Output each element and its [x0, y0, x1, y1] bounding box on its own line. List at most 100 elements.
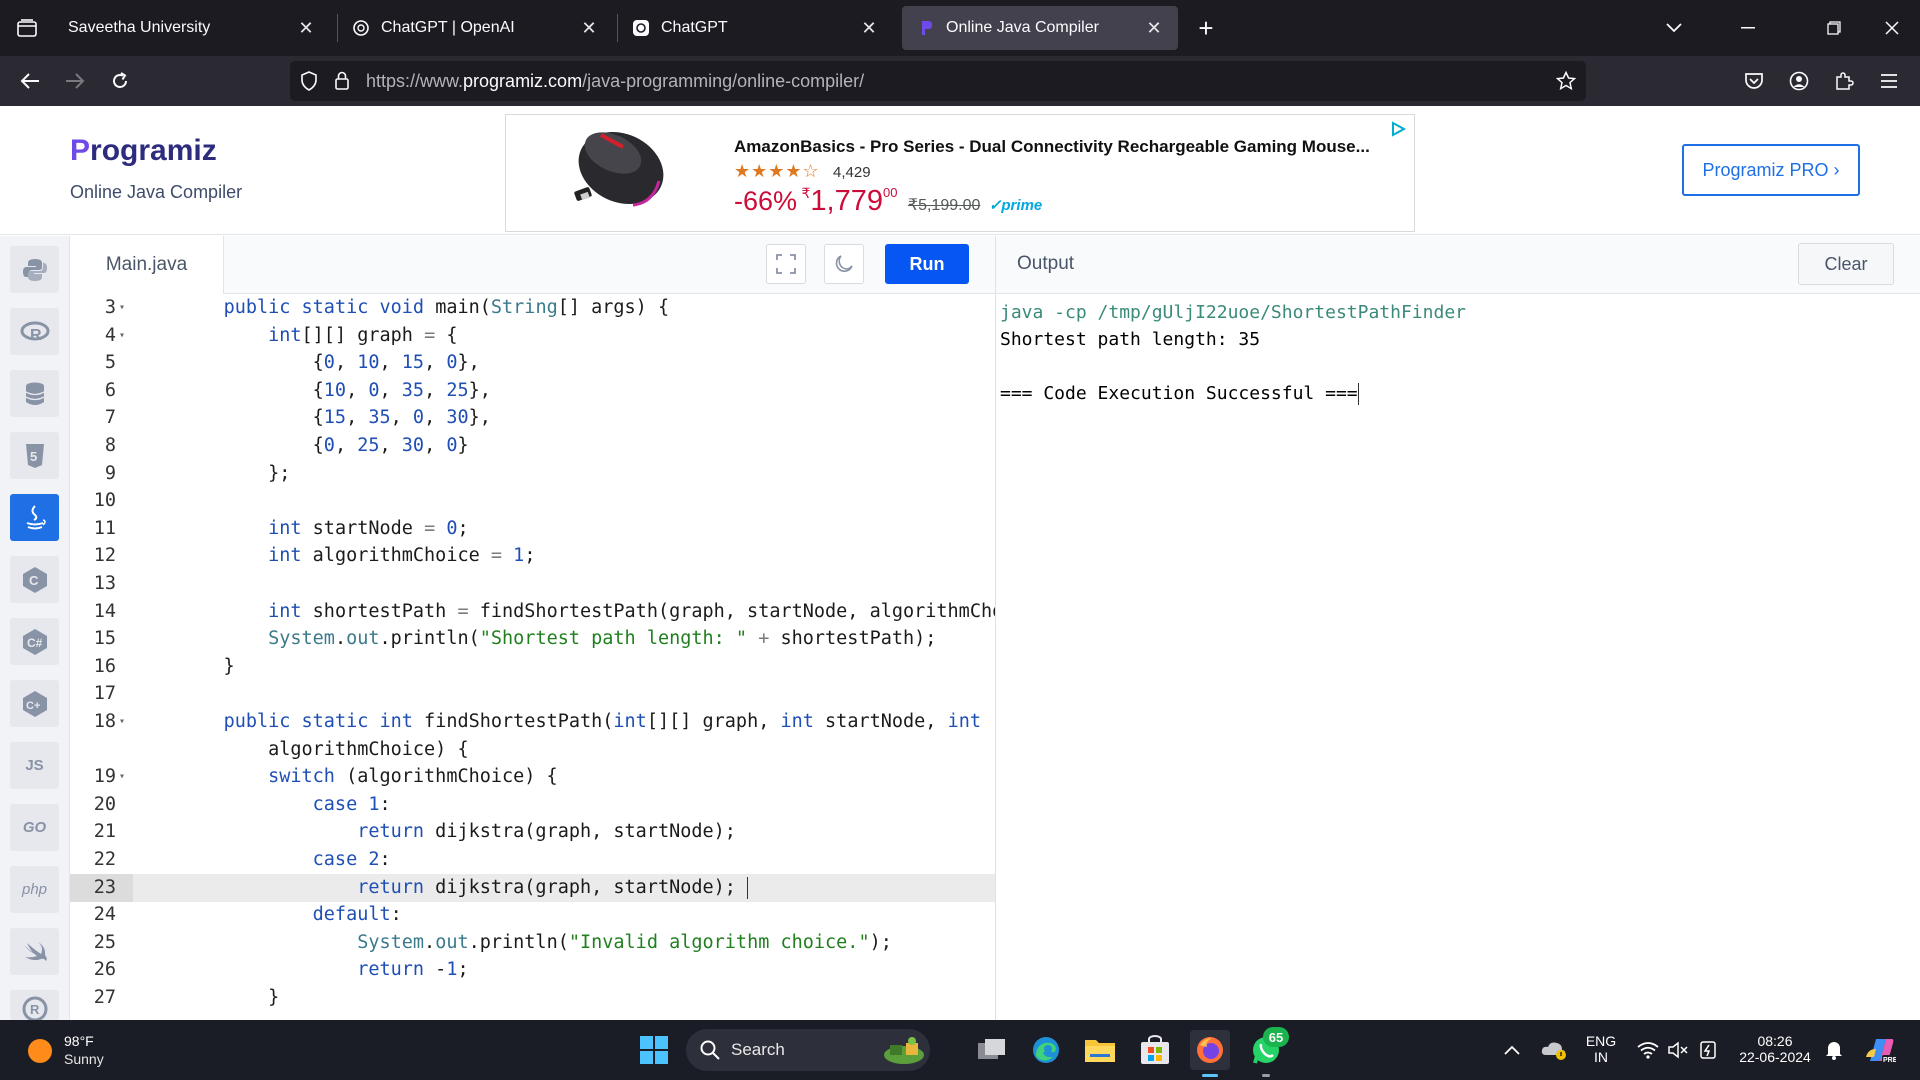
menu-button[interactable] — [1870, 62, 1908, 100]
task-view-button[interactable] — [972, 1030, 1012, 1070]
output-console[interactable]: java -cp /tmp/gUljI22uoe/ShortestPathFin… — [996, 294, 1920, 1020]
account-button[interactable] — [1780, 62, 1818, 100]
reload-button[interactable] — [101, 62, 139, 100]
edge-button[interactable] — [1026, 1030, 1066, 1070]
extensions-button[interactable] — [1825, 62, 1863, 100]
back-button[interactable] — [11, 62, 49, 100]
javascript-language-button[interactable]: JS — [10, 742, 59, 789]
code-line[interactable]: {10, 0, 35, 25}, — [179, 377, 491, 405]
code-line[interactable]: return -1; — [179, 956, 468, 984]
html-language-button[interactable]: 5 — [10, 432, 59, 479]
language-code: ENG — [1585, 1033, 1617, 1049]
code-line[interactable]: case 2: — [179, 846, 391, 874]
r-language-button[interactable]: R — [10, 308, 59, 355]
clock[interactable]: 08:26 22-06-2024 — [1730, 1033, 1820, 1065]
code-line[interactable]: int startNode = 0; — [179, 515, 469, 543]
input-language-indicator[interactable]: ENG IN — [1578, 1033, 1624, 1065]
sql-language-button[interactable] — [10, 370, 59, 417]
programiz-pro-button[interactable]: Programiz PRO › — [1682, 144, 1860, 196]
forward-button[interactable] — [56, 62, 94, 100]
onedrive-button[interactable] — [1534, 1030, 1574, 1070]
notifications-button[interactable] — [1814, 1030, 1854, 1070]
code-line[interactable]: public static int findShortestPath(int[]… — [179, 708, 981, 736]
code-line[interactable]: int[][] graph = { — [179, 322, 457, 350]
browser-tab-online-java-compiler[interactable]: Online Java Compiler ✕ — [902, 6, 1178, 50]
code-line[interactable]: {15, 35, 0, 30}, — [179, 404, 491, 432]
firefox-button[interactable] — [1190, 1030, 1230, 1070]
code-line[interactable]: int shortestPath = findShortestPath(grap… — [179, 598, 995, 626]
lock-icon[interactable] — [334, 71, 350, 91]
minimize-button[interactable] — [1720, 0, 1776, 56]
code-line[interactable]: return dijkstra(graph, startNode); — [179, 818, 736, 846]
code-line[interactable]: {0, 25, 30, 0} — [179, 432, 469, 460]
reload-icon — [113, 72, 127, 88]
copilot-button[interactable]: PRE — [1860, 1030, 1900, 1070]
java-language-button[interactable] — [10, 494, 59, 541]
battery-button[interactable] — [1688, 1030, 1728, 1070]
code-line[interactable]: {0, 10, 15, 0}, — [179, 349, 480, 377]
line-number: 8 — [104, 435, 116, 456]
code-line[interactable]: System.out.println("Invalid algorithm ch… — [179, 929, 892, 957]
address-bar[interactable]: https://www.programiz.com/java-programmi… — [290, 61, 1586, 101]
close-tab-icon[interactable]: ✕ — [296, 18, 316, 38]
pocket-button[interactable] — [1735, 62, 1773, 100]
python-language-button[interactable] — [10, 246, 59, 293]
code-line[interactable]: System.out.println("Shortest path length… — [179, 625, 936, 653]
browser-tab-chatgpt[interactable]: ChatGPT ✕ — [617, 6, 893, 50]
fold-arrow-icon[interactable]: ▾ — [119, 322, 131, 350]
fold-arrow-icon[interactable]: ▾ — [119, 708, 131, 736]
programiz-logo[interactable]: Programiz — [70, 134, 217, 168]
fullscreen-button[interactable] — [766, 244, 806, 284]
cpp-language-button[interactable]: C+ — [10, 680, 59, 727]
start-button[interactable] — [634, 1030, 674, 1070]
url-prefix: https://www. — [366, 71, 464, 91]
dark-mode-toggle[interactable] — [824, 244, 864, 284]
restore-button[interactable] — [1806, 0, 1862, 56]
code-line[interactable]: return dijkstra(graph, startNode); — [179, 874, 749, 902]
file-explorer-button[interactable] — [1080, 1030, 1120, 1070]
run-button[interactable]: Run — [885, 244, 969, 284]
code-line[interactable]: } — [179, 653, 235, 681]
code-line[interactable]: switch (algorithmChoice) { — [179, 763, 558, 791]
code-line[interactable]: }; — [179, 460, 290, 488]
microsoft-store-button[interactable] — [1135, 1030, 1175, 1070]
close-window-button[interactable] — [1864, 0, 1920, 56]
close-tab-icon[interactable]: ✕ — [1144, 18, 1164, 38]
taskbar-search[interactable]: Search — [686, 1029, 930, 1071]
php-language-button[interactable]: php — [10, 866, 59, 913]
c-language-button[interactable]: C — [10, 556, 59, 603]
code-editor[interactable]: 3 ▾ public static void main(String[] args… — [70, 294, 995, 1020]
browser-tab-chatgpt-openai[interactable]: ChatGPT | OpenAI ✕ — [337, 6, 613, 50]
new-tab-button[interactable]: + — [1190, 12, 1222, 44]
code-line[interactable]: case 1: — [179, 791, 391, 819]
ad-product-title[interactable]: AmazonBasics - Pro Series - Dual Connect… — [734, 137, 1370, 157]
file-tab-main-java[interactable]: Main.java — [70, 236, 224, 294]
show-hidden-icons-button[interactable] — [1492, 1030, 1532, 1070]
browser-tab-saveetha[interactable]: Saveetha University ✕ — [54, 6, 330, 50]
tab-list-button[interactable] — [0, 0, 54, 56]
csharp-language-button[interactable]: C# — [10, 618, 59, 665]
adchoices-icon[interactable] — [1390, 121, 1406, 137]
code-line[interactable]: int algorithmChoice = 1; — [179, 542, 535, 570]
swift-language-button[interactable] — [10, 928, 59, 975]
advertisement-banner[interactable]: AmazonBasics - Pro Series - Dual Connect… — [505, 114, 1415, 232]
line-number: 23 — [93, 876, 116, 898]
list-all-tabs-button[interactable] — [1646, 0, 1702, 56]
fold-arrow-icon[interactable]: ▾ — [119, 294, 131, 322]
fold-arrow-icon[interactable]: ▾ — [119, 763, 131, 791]
close-tab-icon[interactable]: ✕ — [859, 18, 879, 38]
go-language-button[interactable]: GO — [10, 804, 59, 851]
code-line[interactable]: public static void main(String[] args) { — [179, 294, 670, 322]
clear-button[interactable]: Clear — [1798, 243, 1894, 285]
rust-language-button[interactable]: R — [10, 990, 59, 1020]
code-line[interactable]: default: — [179, 901, 402, 929]
time: 08:26 — [1757, 1033, 1793, 1049]
code-line[interactable]: } — [179, 984, 279, 1012]
output-line: === Code Execution Successful === — [1000, 383, 1359, 405]
code-line[interactable]: algorithmChoice) { — [179, 736, 469, 764]
url-text[interactable]: https://www.programiz.com/java-programmi… — [366, 71, 864, 92]
python-icon — [22, 258, 47, 281]
close-tab-icon[interactable]: ✕ — [579, 18, 599, 38]
bookmark-star-icon[interactable] — [1556, 71, 1576, 91]
tracking-protection-shield-icon[interactable] — [300, 71, 318, 91]
